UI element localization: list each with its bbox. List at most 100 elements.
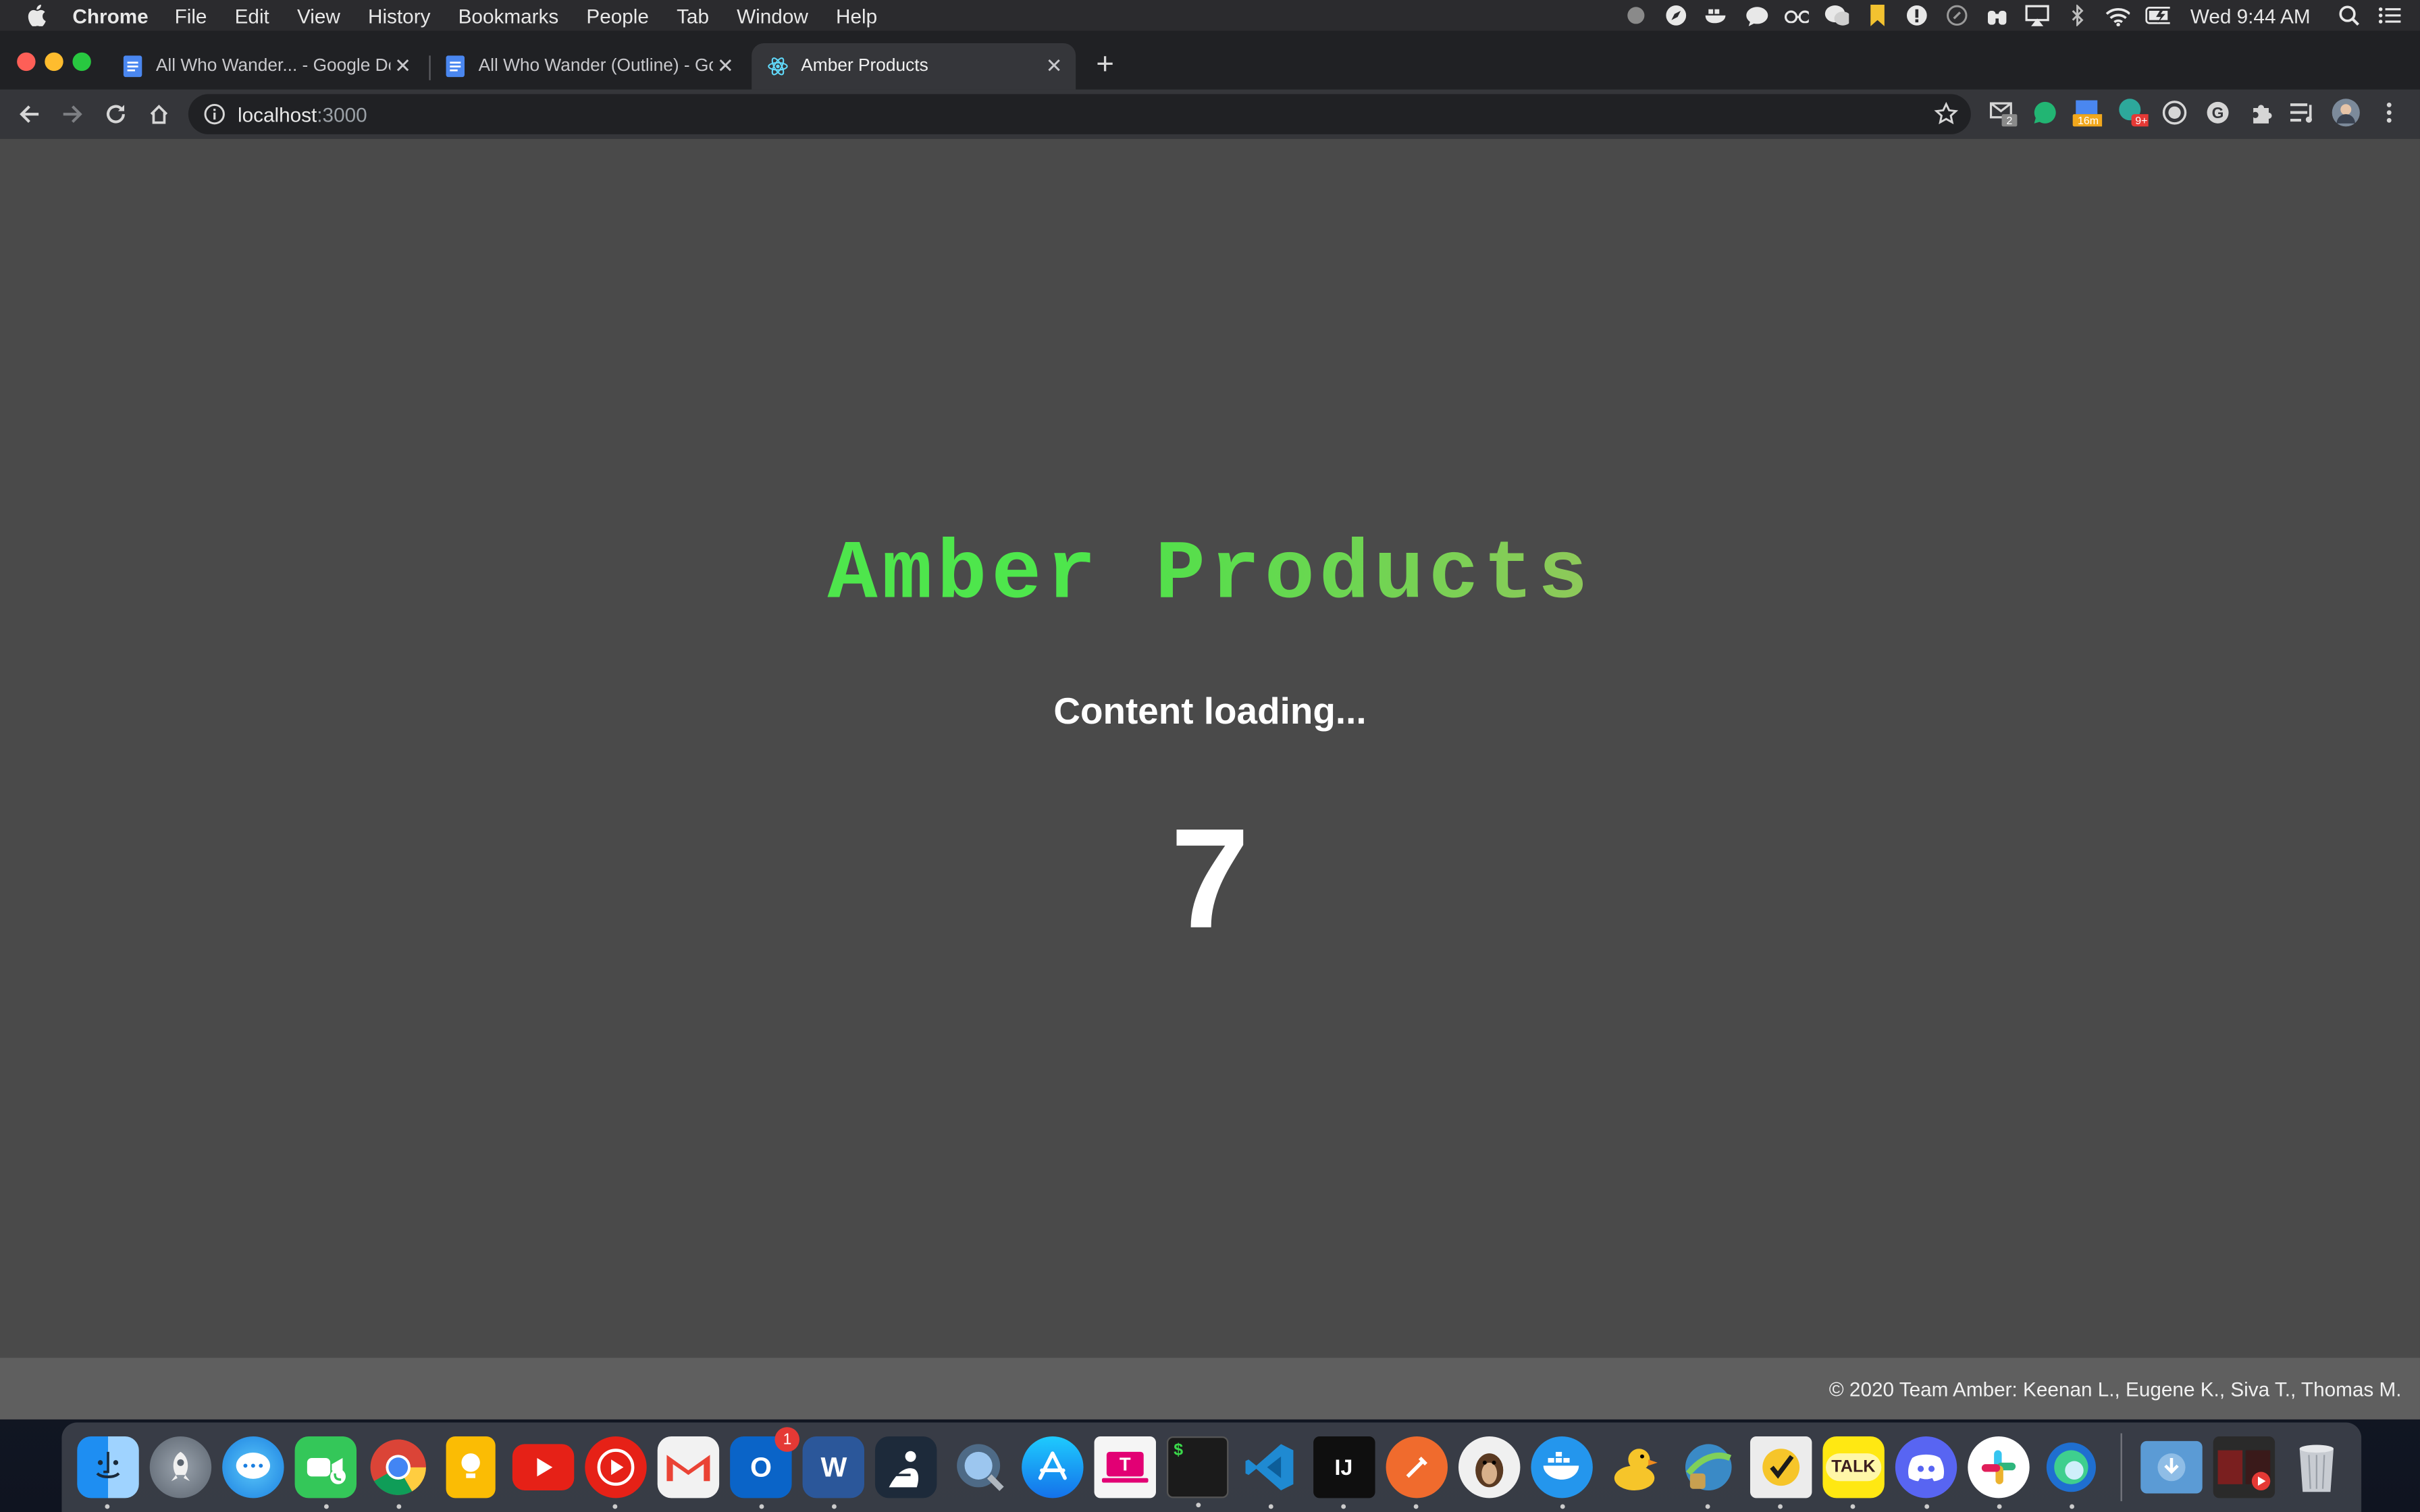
- facetime-icon[interactable]: [294, 1436, 357, 1509]
- ext-notify-icon[interactable]: 9+: [2118, 96, 2149, 130]
- new-tab-button[interactable]: +: [1088, 47, 1122, 82]
- bookmark-tag-icon[interactable]: [1865, 4, 1890, 26]
- reload-button[interactable]: [94, 92, 137, 136]
- ext-grammar-icon[interactable]: G: [2203, 96, 2234, 130]
- spotlight-search-icon[interactable]: [2337, 5, 2362, 26]
- compass-icon[interactable]: [1664, 5, 1689, 26]
- tab-close-icon[interactable]: ✕: [390, 54, 415, 79]
- chrome-icon[interactable]: [368, 1436, 429, 1509]
- vscode-icon[interactable]: [1240, 1436, 1301, 1509]
- cyberduck-icon[interactable]: [1604, 1436, 1666, 1498]
- reload-icon: [106, 105, 125, 124]
- intellij-icon[interactable]: IJ: [1313, 1436, 1375, 1509]
- wifi-icon[interactable]: [2105, 5, 2130, 26]
- ext-mail-icon[interactable]: 2: [1988, 96, 2019, 130]
- magnifier-tool-icon[interactable]: [1945, 5, 1970, 26]
- messages-icon[interactable]: [222, 1436, 284, 1498]
- alert-icon[interactable]: [1905, 5, 1930, 26]
- browser-toolbar: localhost:3000 2 16m 9+ G: [0, 89, 2420, 139]
- extensions-puzzle-icon[interactable]: [2246, 96, 2277, 130]
- back-button[interactable]: [7, 92, 51, 136]
- docker-whale-icon[interactable]: [1704, 5, 1729, 26]
- launchpad-icon[interactable]: [149, 1436, 211, 1498]
- menu-view[interactable]: View: [297, 4, 340, 27]
- tab-amber-products[interactable]: Amber Products ✕: [752, 43, 1076, 90]
- glasses-icon[interactable]: [1785, 5, 1810, 26]
- profile-avatar[interactable]: [2330, 96, 2361, 130]
- menu-history[interactable]: History: [368, 4, 430, 27]
- word-letter: W: [820, 1451, 847, 1482]
- vpn-icon[interactable]: [1677, 1436, 1738, 1509]
- wechat-icon[interactable]: [1824, 5, 1849, 26]
- quicktime-icon[interactable]: [949, 1436, 1010, 1498]
- word-icon[interactable]: W: [803, 1436, 865, 1509]
- ext-green-icon[interactable]: [2030, 96, 2061, 130]
- app-store-icon[interactable]: [1021, 1436, 1084, 1498]
- discord-icon[interactable]: [1895, 1436, 1957, 1509]
- downloads-folder-icon[interactable]: [2140, 1440, 2202, 1494]
- norton-icon[interactable]: [1750, 1436, 1812, 1509]
- title-word-amber: Amber: [827, 529, 1101, 624]
- arrow-left-icon: [20, 105, 39, 124]
- footer-copyright: © 2020 Team Amber: Keenan L., Eugene K.,…: [1829, 1376, 2402, 1401]
- menu-app-name[interactable]: Chrome: [72, 4, 148, 27]
- menu-clock[interactable]: Wed 9:44 AM: [2190, 4, 2311, 27]
- menu-tab[interactable]: Tab: [677, 4, 709, 27]
- bluetooth-icon[interactable]: [2066, 4, 2090, 26]
- svg-text:G: G: [2212, 104, 2224, 122]
- calendar-badge: 16m: [2078, 115, 2099, 127]
- menu-bookmarks[interactable]: Bookmarks: [458, 4, 559, 27]
- intellij-letters: IJ: [1334, 1455, 1353, 1480]
- outlook-badge: 1: [774, 1427, 800, 1452]
- menu-help[interactable]: Help: [836, 4, 877, 27]
- trash-icon[interactable]: [2286, 1436, 2347, 1498]
- t-mobile-icon[interactable]: T: [1094, 1436, 1157, 1498]
- close-window-button[interactable]: [17, 52, 36, 72]
- postman-icon[interactable]: [1386, 1436, 1448, 1509]
- docker-icon[interactable]: [1531, 1436, 1594, 1509]
- edge-icon[interactable]: [2041, 1436, 2103, 1509]
- slack-icon[interactable]: [1968, 1436, 2030, 1509]
- chat-bubble-icon[interactable]: [1744, 5, 1769, 26]
- record-status-icon[interactable]: [1624, 5, 1649, 26]
- minimize-window-button[interactable]: [45, 52, 63, 72]
- tab-all-who-wander[interactable]: All Who Wander... - Google Docs ✕: [107, 43, 425, 90]
- battery-icon[interactable]: [2145, 5, 2171, 26]
- kakaotalk-icon[interactable]: TALK: [1822, 1436, 1885, 1509]
- tab-close-icon[interactable]: ✕: [713, 54, 738, 79]
- tab-all-who-wander-outline[interactable]: All Who Wander (Outline) - Google Docs ✕: [429, 43, 747, 90]
- binoculars-icon[interactable]: [1985, 5, 2010, 26]
- terminal-icon[interactable]: $: [1167, 1436, 1229, 1508]
- browser-window: All Who Wander... - Google Docs ✕ All Wh…: [0, 30, 2420, 1420]
- address-bar[interactable]: localhost:3000: [188, 94, 1971, 134]
- page-title: Amber Products: [0, 529, 2420, 623]
- chrome-menu-icon[interactable]: [2373, 96, 2404, 130]
- sequel-ace-icon[interactable]: [1458, 1436, 1521, 1498]
- media-stack-icon[interactable]: [2213, 1436, 2275, 1498]
- media-control-icon[interactable]: [2287, 96, 2318, 130]
- notification-center-icon[interactable]: [2377, 5, 2402, 26]
- menu-edit[interactable]: Edit: [235, 4, 269, 27]
- kindle-icon[interactable]: [876, 1436, 938, 1498]
- ext-calendar-icon[interactable]: 16m: [2071, 96, 2103, 130]
- finder-icon[interactable]: [76, 1436, 138, 1509]
- youtube-music-icon[interactable]: [584, 1436, 647, 1509]
- menu-people[interactable]: People: [586, 4, 649, 27]
- airplay-icon[interactable]: [2025, 5, 2050, 26]
- bookmark-star-icon[interactable]: [1934, 101, 1959, 127]
- menu-window[interactable]: Window: [737, 4, 808, 27]
- arrow-right-icon: [63, 105, 82, 124]
- outlook-icon[interactable]: O1: [730, 1427, 800, 1509]
- home-button[interactable]: [137, 92, 180, 136]
- site-info-icon[interactable]: [204, 103, 226, 125]
- google-keep-icon[interactable]: [446, 1436, 496, 1498]
- apple-menu-icon[interactable]: [26, 4, 48, 26]
- youtube-icon[interactable]: [511, 1444, 574, 1490]
- menu-file[interactable]: File: [175, 4, 207, 27]
- tab-close-icon[interactable]: ✕: [1042, 54, 1067, 79]
- ext-record-icon[interactable]: [2159, 96, 2190, 130]
- gmail-icon[interactable]: [657, 1436, 719, 1498]
- zoom-window-button[interactable]: [72, 52, 91, 72]
- url-host: localhost: [237, 102, 317, 126]
- forward-button[interactable]: [51, 92, 94, 136]
